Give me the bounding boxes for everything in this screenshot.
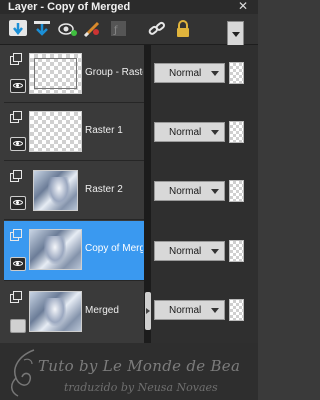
layer-row-copy-of-merged[interactable]: Copy of Merged [4,221,144,281]
eye-icon[interactable] [10,196,26,210]
layer-group-icon[interactable] [10,170,23,183]
opacity-swatch[interactable] [229,299,244,321]
layer-row-group-raster[interactable]: Group - Raster [4,45,144,103]
blend-mode-value: Normal [169,127,202,138]
layer-row-raster-2[interactable]: Raster 2 [4,162,144,220]
layer-name: Merged [85,305,119,316]
flourish-ornament-icon [11,349,35,397]
chevron-down-icon [211,71,219,76]
disabled-link-icon: ƒ [108,19,130,39]
blend-mode-select[interactable]: Normal [154,63,225,83]
chevron-down-icon [211,249,219,254]
watermark-translation: traduzido by Neusa Novaes [64,381,218,394]
layer-name: Copy of Merged [85,243,143,254]
close-icon[interactable]: ✕ [238,0,248,13]
blend-mode-value: Normal [169,186,202,197]
layer-thumbnail [29,53,82,94]
blend-mode-select[interactable]: Normal [154,241,225,261]
layer-group-icon[interactable] [10,229,23,242]
eye-icon[interactable] [10,137,26,151]
opacity-swatch[interactable] [229,62,244,84]
watermark-credit: Tuto by Le Monde de Bea [38,357,241,375]
opacity-swatch[interactable] [229,180,244,202]
layer-group-icon[interactable] [10,53,23,66]
eye-icon[interactable] [10,257,26,271]
eye-hidden-icon[interactable] [10,319,26,333]
blend-mode-select[interactable]: Normal [154,300,225,320]
edit-mask-icon[interactable] [82,19,104,39]
opacity-swatch[interactable] [229,240,244,262]
layer-group-icon[interactable] [10,291,23,304]
layer-thumbnail [33,170,78,211]
blend-mode-value: Normal [169,246,202,257]
layer-thumbnail [29,291,82,332]
blend-mode-select[interactable]: Normal [154,181,225,201]
lock-icon[interactable] [172,19,194,39]
eye-icon[interactable] [10,79,26,93]
chevron-down-icon [211,189,219,194]
toggle-visibility-icon[interactable] [57,19,79,39]
layer-row-merged[interactable]: Merged [4,283,144,343]
chevron-down-icon [211,308,219,313]
title-bar: Layer - Copy of Merged ✕ [0,0,258,14]
opacity-swatch[interactable] [229,121,244,143]
layer-name: Raster 1 [85,125,123,136]
chevron-down-icon [211,130,219,135]
new-raster-layer-icon[interactable] [8,19,30,39]
layer-name: Group - Raster [85,67,143,78]
layer-thumbnail [29,111,82,152]
layer-thumbnail [29,229,82,270]
chevron-down-icon [232,32,240,37]
scrollbar-thumb[interactable] [145,292,151,330]
svg-text:ƒ: ƒ [113,25,118,36]
layer-name: Raster 2 [85,184,123,195]
window-title: Layer - Copy of Merged [8,1,131,13]
blend-mode-select[interactable]: Normal [154,122,225,142]
new-layer-from-selection-icon[interactable] [31,19,53,39]
link-icon[interactable] [146,19,168,39]
layer-toolbar: ƒ [0,14,258,49]
blend-mode-value: Normal [169,68,202,79]
layer-row-raster-1[interactable]: Raster 1 [4,103,144,161]
blend-mode-value: Normal [169,305,202,316]
layer-group-icon[interactable] [10,111,23,124]
